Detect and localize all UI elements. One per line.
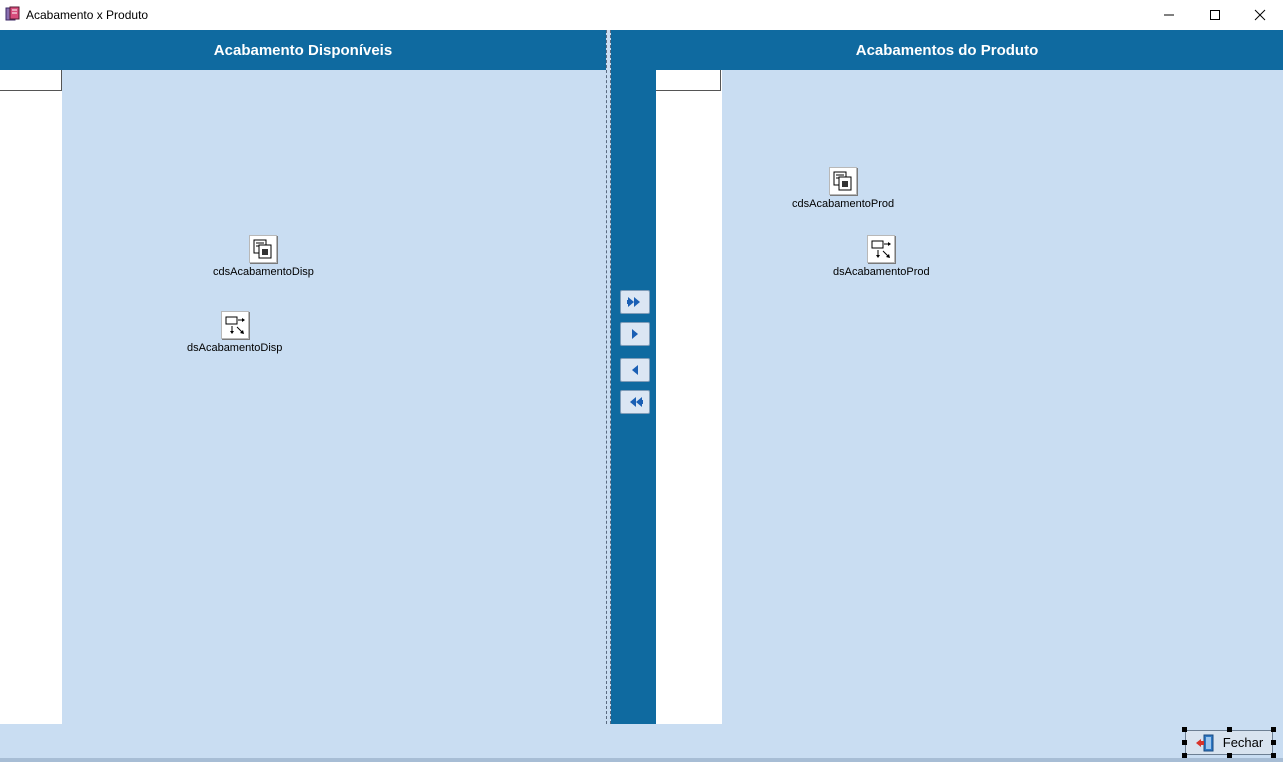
selection-handle [1182,740,1187,745]
arrow-right-icon [632,329,638,339]
minimize-button[interactable] [1146,0,1192,30]
grid-header [656,70,721,91]
move-all-right-button[interactable] [620,290,650,314]
cds-acabamento-disp-component[interactable]: cdsAcabamentoDisp [213,235,314,278]
maximize-button[interactable] [1192,0,1238,30]
grid-header [0,70,62,91]
cds-acabamento-prod-component[interactable]: cdsAcabamentoProd [792,167,894,210]
available-finishes-grid[interactable] [0,70,62,724]
selection-handle [1182,753,1187,758]
move-right-button[interactable] [620,322,650,346]
double-arrow-left-icon [630,397,643,407]
minimize-icon [1164,14,1174,16]
move-all-left-button[interactable] [620,390,650,414]
selection-handle [1182,727,1187,732]
selection-handle [1271,753,1276,758]
component-label: dsAcabamentoDisp [187,342,283,354]
datasource-icon [867,235,896,263]
selection-handle [1271,740,1276,745]
fechar-button[interactable]: Fechar [1185,730,1273,755]
client-dataset-icon [829,167,858,195]
component-label: cdsAcabamentoProd [792,198,895,210]
selection-handle [1271,727,1276,732]
ds-acabamento-disp-component[interactable]: dsAcabamentoDisp [187,311,282,354]
component-label: dsAcabamentoProd [833,266,930,278]
close-icon [1254,9,1266,21]
product-finishes-grid[interactable] [656,70,722,724]
selection-handle [1227,753,1232,758]
client-dataset-icon [249,235,278,263]
right-panel-header: Acabamentos do Produto [611,30,1283,70]
maximize-icon [1210,10,1220,20]
title-bar: Acabamento x Produto [0,0,1283,30]
bottom-border [0,758,1283,762]
ds-acabamento-prod-component[interactable]: dsAcabamentoProd [833,235,930,278]
app-icon [5,6,21,22]
left-panel-header: Acabamento Disponíveis [0,30,606,70]
arrow-left-icon [632,365,638,375]
fechar-label: Fechar [1222,735,1264,750]
move-left-button[interactable] [620,358,650,382]
double-arrow-right-icon [627,297,640,307]
datasource-icon [220,311,249,339]
exit-door-icon [1195,734,1214,751]
close-button[interactable] [1237,0,1283,30]
component-label: cdsAcabamentoDisp [213,266,314,278]
selection-handle [1227,727,1232,732]
window-title: Acabamento x Produto [26,8,149,22]
